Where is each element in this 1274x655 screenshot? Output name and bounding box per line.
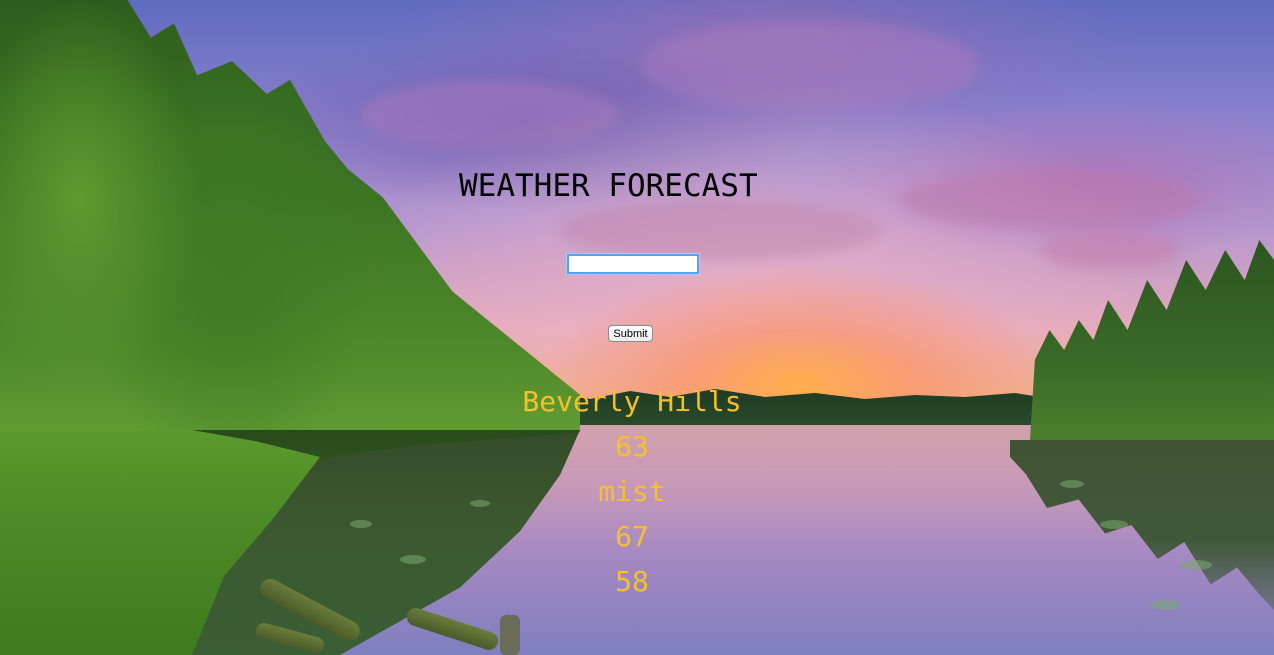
lily-pad [1100, 520, 1128, 529]
result-temp-max: 67 [615, 520, 649, 553]
lily-pad [1150, 600, 1180, 610]
lily-pad [400, 555, 426, 564]
lily-pad [1180, 560, 1212, 570]
result-temperature: 63 [615, 430, 649, 463]
cloud [360, 80, 620, 150]
wooden-post [500, 615, 520, 655]
cloud [900, 170, 1200, 230]
lily-pad [1060, 480, 1084, 488]
result-city-name: Beverly Hills [522, 385, 742, 418]
submit-button[interactable]: Submit [608, 325, 653, 342]
result-temp-min: 58 [615, 565, 649, 598]
cloud [560, 200, 880, 260]
result-description: mist [598, 475, 666, 508]
lily-pad [350, 520, 372, 528]
cloud [1040, 230, 1180, 270]
city-search-input[interactable] [566, 253, 700, 275]
page-title: WEATHER FORECAST [459, 168, 758, 204]
cloud [640, 20, 980, 110]
